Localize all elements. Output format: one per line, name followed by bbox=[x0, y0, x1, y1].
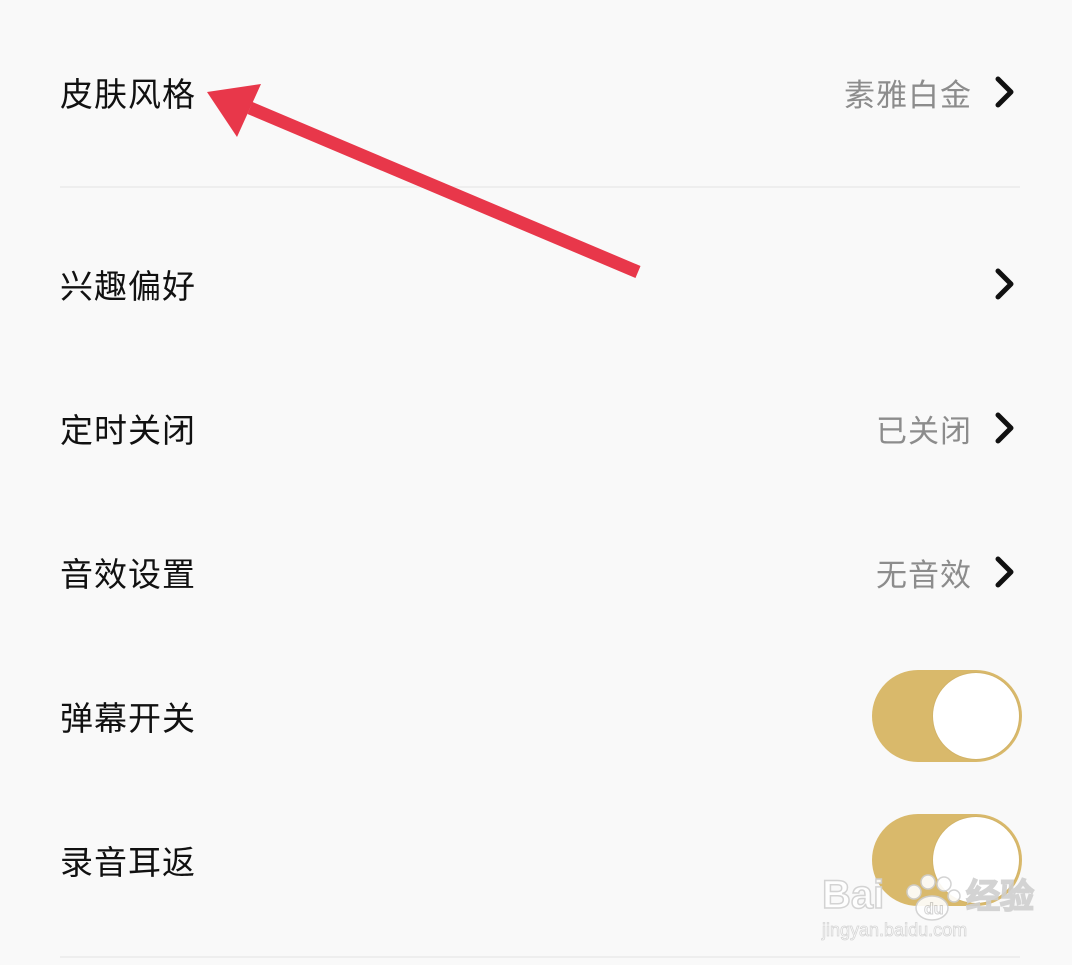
chevron-right-icon bbox=[995, 268, 1014, 300]
toggle-knob bbox=[933, 673, 1019, 759]
toggle-knob bbox=[933, 817, 1019, 903]
setting-label-ear-return: 录音耳返 bbox=[60, 843, 196, 882]
setting-label-sound-effects: 音效设置 bbox=[60, 555, 196, 594]
setting-label-timer-close: 定时关闭 bbox=[60, 411, 196, 450]
section-divider bbox=[60, 186, 1020, 188]
setting-label-interest-preference: 兴趣偏好 bbox=[60, 267, 196, 306]
setting-label-danmaku: 弹幕开关 bbox=[60, 699, 196, 738]
danmaku-toggle[interactable] bbox=[872, 670, 1022, 762]
setting-row-sound-effects[interactable]: 音效设置 无音效 bbox=[0, 520, 1072, 624]
setting-row-danmaku: 弹幕开关 bbox=[0, 664, 1072, 768]
chevron-right-icon bbox=[995, 412, 1014, 444]
svg-text:jingyan.baidu.com: jingyan.baidu.com bbox=[821, 920, 967, 940]
setting-value-skin-style: 素雅白金 bbox=[844, 77, 972, 114]
bottom-divider bbox=[60, 956, 1020, 958]
setting-row-skin-style[interactable]: 皮肤风格 素雅白金 bbox=[0, 40, 1072, 144]
setting-value-sound-effects: 无音效 bbox=[876, 557, 972, 594]
chevron-right-icon bbox=[995, 76, 1014, 108]
setting-row-interest-preference[interactable]: 兴趣偏好 bbox=[0, 232, 1072, 336]
setting-label-skin-style: 皮肤风格 bbox=[60, 75, 196, 114]
setting-row-timer-close[interactable]: 定时关闭 已关闭 bbox=[0, 376, 1072, 480]
setting-value-timer-close: 已关闭 bbox=[876, 413, 972, 450]
ear-return-toggle[interactable] bbox=[872, 814, 1022, 906]
chevron-right-icon bbox=[995, 556, 1014, 588]
setting-row-ear-return: 录音耳返 bbox=[0, 808, 1072, 912]
